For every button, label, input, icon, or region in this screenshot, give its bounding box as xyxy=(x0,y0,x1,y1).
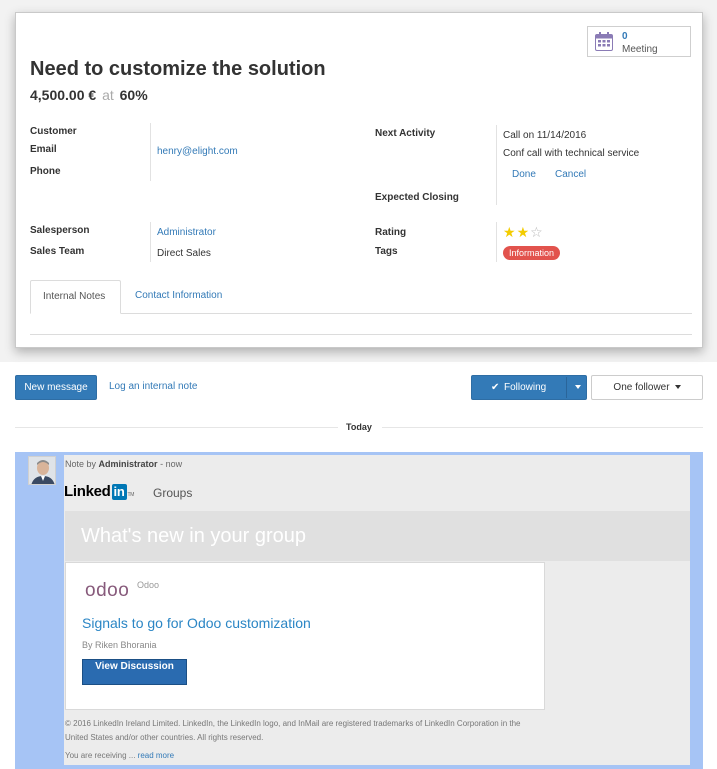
field-divider xyxy=(496,222,497,262)
linkedin-logo: Linked in TM xyxy=(64,483,134,500)
date-separator: Today xyxy=(346,422,372,432)
odoo-logo: odoo xyxy=(85,580,130,601)
email-label: Email xyxy=(30,144,57,155)
followers-label: One follower xyxy=(613,382,670,393)
opportunity-title[interactable]: Need to customize the solution xyxy=(30,58,326,81)
followers-dropdown[interactable]: One follower xyxy=(591,375,703,400)
separator-line xyxy=(15,427,338,428)
split-divider xyxy=(566,377,567,398)
following-label: Following xyxy=(504,382,547,393)
activity-line: Call on 11/14/2016 xyxy=(503,130,587,141)
tab-internal-notes[interactable]: Internal Notes xyxy=(30,280,121,314)
tag-badge[interactable]: Information xyxy=(503,246,561,260)
read-more-link[interactable]: read more xyxy=(138,751,174,760)
sales-team-label: Sales Team xyxy=(30,246,85,257)
sales-team-value[interactable]: Direct Sales xyxy=(157,248,211,259)
meeting-label: Meeting xyxy=(622,44,658,55)
new-message-button[interactable]: New message xyxy=(15,375,97,400)
star-filled-icon[interactable]: ★ xyxy=(517,224,531,240)
receiving-line: You are receiving ... read more xyxy=(65,751,174,760)
notes-area-bottom xyxy=(30,334,692,335)
calendar-icon xyxy=(595,32,613,51)
avatar[interactable] xyxy=(28,456,56,485)
expected-revenue: 4,500.00 € at 60% xyxy=(30,87,148,103)
separator-line xyxy=(382,427,703,428)
message-header: Note by Administrator - now xyxy=(65,459,182,469)
customer-label: Customer xyxy=(30,126,77,137)
field-divider xyxy=(150,222,151,262)
rating-stars[interactable]: ★★☆ xyxy=(503,224,544,241)
linkedin-tm: TM xyxy=(127,492,135,498)
email-value[interactable]: henry@elight.com xyxy=(157,146,238,157)
activity-done-link[interactable]: Done xyxy=(512,169,536,180)
probability-value[interactable]: 60% xyxy=(120,87,148,103)
post-title-link[interactable]: Signals to go for Odoo customization xyxy=(82,615,311,631)
banner-text: What's new in your group xyxy=(81,525,307,547)
linkedin-in-icon: in xyxy=(111,484,127,500)
meeting-count: 0 xyxy=(622,31,628,42)
copyright-text: © 2016 LinkedIn Ireland Limited. LinkedI… xyxy=(65,719,521,742)
check-icon: ✔ xyxy=(491,382,500,393)
post-byline: By Riken Bhorania xyxy=(82,640,157,650)
star-filled-icon[interactable]: ★ xyxy=(503,224,517,240)
group-name: Odoo xyxy=(137,580,160,590)
author-avatar-image xyxy=(29,457,55,484)
chevron-down-icon[interactable] xyxy=(570,376,581,399)
at-label: at xyxy=(102,87,114,103)
field-divider xyxy=(150,123,151,181)
revenue-amount[interactable]: 4,500.00 € xyxy=(30,87,96,103)
next-activity-label: Next Activity xyxy=(375,128,436,139)
rating-label: Rating xyxy=(375,227,407,238)
salesperson-value[interactable]: Administrator xyxy=(157,227,216,238)
following-button[interactable]: ✔ Following xyxy=(471,375,587,400)
linkedin-groups-label: Groups xyxy=(153,486,193,500)
activity-summary: Conf call with technical service xyxy=(503,148,640,159)
star-empty-icon[interactable]: ☆ xyxy=(530,224,544,240)
chevron-down-icon xyxy=(674,385,681,390)
receiving-text: You are receiving ... xyxy=(65,751,136,760)
phone-label: Phone xyxy=(30,166,61,177)
message-author[interactable]: Administrator xyxy=(99,459,158,469)
message-prefix: Note by xyxy=(65,459,97,469)
activity-cancel-link[interactable]: Cancel xyxy=(555,169,586,180)
opportunity-form-sheet: 0 Meeting Need to customize the solution… xyxy=(15,12,703,348)
message-time: - now xyxy=(160,459,183,469)
view-discussion-button[interactable]: View Discussion xyxy=(82,659,187,685)
expected-closing-label: Expected Closing xyxy=(375,192,459,203)
log-note-link[interactable]: Log an internal note xyxy=(109,381,197,392)
tags-label: Tags xyxy=(375,246,398,257)
field-divider xyxy=(496,125,497,205)
meeting-stat-button[interactable]: 0 Meeting xyxy=(587,26,691,57)
tab-contact-information[interactable]: Contact Information xyxy=(123,280,234,314)
salesperson-label: Salesperson xyxy=(30,225,90,236)
linkedin-logo-text: Linked xyxy=(64,483,111,500)
